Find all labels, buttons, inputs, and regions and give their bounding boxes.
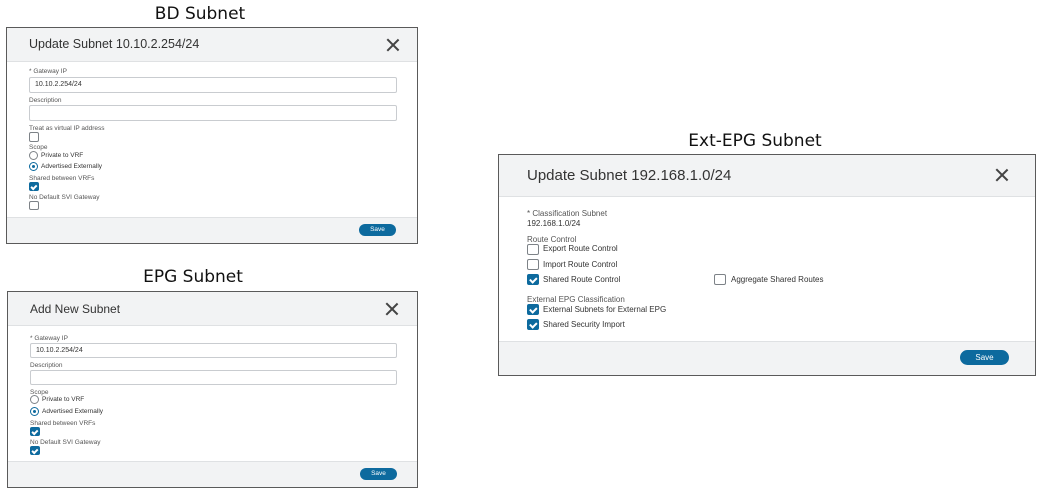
- aggregate-shared-routes-checkbox[interactable]: [714, 274, 726, 285]
- ext-epg-subnet-caption: Ext-EPG Subnet: [688, 131, 822, 151]
- shared-route-control-checkbox[interactable]: [527, 274, 539, 285]
- shared-route-control-label: Shared Route Control: [543, 275, 621, 284]
- description-input[interactable]: [29, 105, 397, 121]
- dialog-title: Update Subnet 192.168.1.0/24: [527, 167, 732, 184]
- description-label: Description: [30, 362, 63, 369]
- description-input[interactable]: [30, 370, 397, 385]
- shared-vrfs-label: Shared between VRFs: [30, 420, 96, 427]
- epg-subnet-caption: EPG Subnet: [143, 267, 243, 287]
- gateway-ip-input[interactable]: 10.10.2.254/24: [29, 77, 397, 93]
- gateway-ip-label: * Gateway IP: [30, 335, 68, 342]
- shared-security-import-checkbox[interactable]: [527, 319, 539, 330]
- close-icon[interactable]: [386, 38, 400, 52]
- scope-private-label: Private to VRF: [42, 396, 85, 403]
- bd-subnet-dialog: Update Subnet 10.10.2.254/24 * Gateway I…: [6, 27, 418, 244]
- scope-label: Scope: [29, 144, 48, 151]
- dialog-title: Add New Subnet: [30, 302, 121, 316]
- scope-advertised-radio[interactable]: [29, 162, 38, 171]
- classification-subnet-value: 192.168.1.0/24: [527, 219, 581, 228]
- external-subnets-label: External Subnets for External EPG: [543, 305, 667, 314]
- ext-epg-subnet-dialog: Update Subnet 192.168.1.0/24 * Classific…: [498, 154, 1036, 376]
- epg-subnet-dialog: Add New Subnet * Gateway IP 10.10.2.254/…: [7, 291, 418, 488]
- shared-vrfs-checkbox[interactable]: [30, 427, 40, 436]
- export-route-control-checkbox[interactable]: [527, 244, 539, 255]
- external-subnets-checkbox[interactable]: [527, 304, 539, 315]
- virtual-ip-label: Treat as virtual IP address: [29, 125, 105, 132]
- import-route-control-label: Import Route Control: [543, 260, 618, 269]
- dialog-footer: Save: [8, 461, 417, 487]
- save-button[interactable]: Save: [960, 350, 1009, 365]
- save-button[interactable]: Save: [359, 224, 396, 236]
- virtual-ip-checkbox[interactable]: [29, 132, 39, 142]
- dialog-title: Update Subnet 10.10.2.254/24: [29, 37, 200, 51]
- no-default-svi-checkbox[interactable]: [30, 446, 40, 455]
- external-epg-classification-label: External EPG Classification: [527, 295, 625, 304]
- bd-subnet-caption: BD Subnet: [154, 4, 246, 24]
- dialog-header: Add New Subnet: [8, 292, 417, 326]
- import-route-control-checkbox[interactable]: [527, 259, 539, 270]
- save-button[interactable]: Save: [360, 468, 397, 480]
- route-control-label: Route Control: [527, 235, 577, 244]
- scope-private-radio[interactable]: [29, 151, 38, 160]
- shared-security-import-label: Shared Security Import: [543, 320, 625, 329]
- scope-private-label: Private to VRF: [41, 152, 84, 159]
- scope-advertised-label: Advertised Externally: [41, 163, 103, 170]
- no-default-svi-label: No Default SVI Gateway: [29, 194, 100, 201]
- gateway-ip-label: * Gateway IP: [29, 68, 67, 75]
- close-icon[interactable]: [995, 168, 1009, 182]
- scope-advertised-radio[interactable]: [30, 407, 39, 416]
- export-route-control-label: Export Route Control: [543, 244, 618, 253]
- aggregate-shared-routes-label: Aggregate Shared Routes: [731, 275, 824, 284]
- dialog-footer: Save: [499, 341, 1035, 375]
- description-label: Description: [29, 97, 62, 104]
- dialog-header: Update Subnet 192.168.1.0/24: [499, 155, 1035, 197]
- no-default-svi-checkbox[interactable]: [29, 201, 39, 210]
- scope-private-radio[interactable]: [30, 395, 39, 404]
- no-default-svi-label: No Default SVI Gateway: [30, 439, 101, 446]
- shared-vrfs-label: Shared between VRFs: [29, 175, 95, 182]
- gateway-ip-input[interactable]: 10.10.2.254/24: [30, 343, 397, 358]
- close-icon[interactable]: [385, 302, 399, 316]
- dialog-footer: Save: [7, 217, 417, 243]
- shared-vrfs-checkbox[interactable]: [29, 182, 39, 191]
- dialog-header: Update Subnet 10.10.2.254/24: [7, 28, 417, 62]
- scope-advertised-label: Advertised Externally: [42, 408, 104, 415]
- classification-subnet-label: * Classification Subnet: [527, 209, 608, 218]
